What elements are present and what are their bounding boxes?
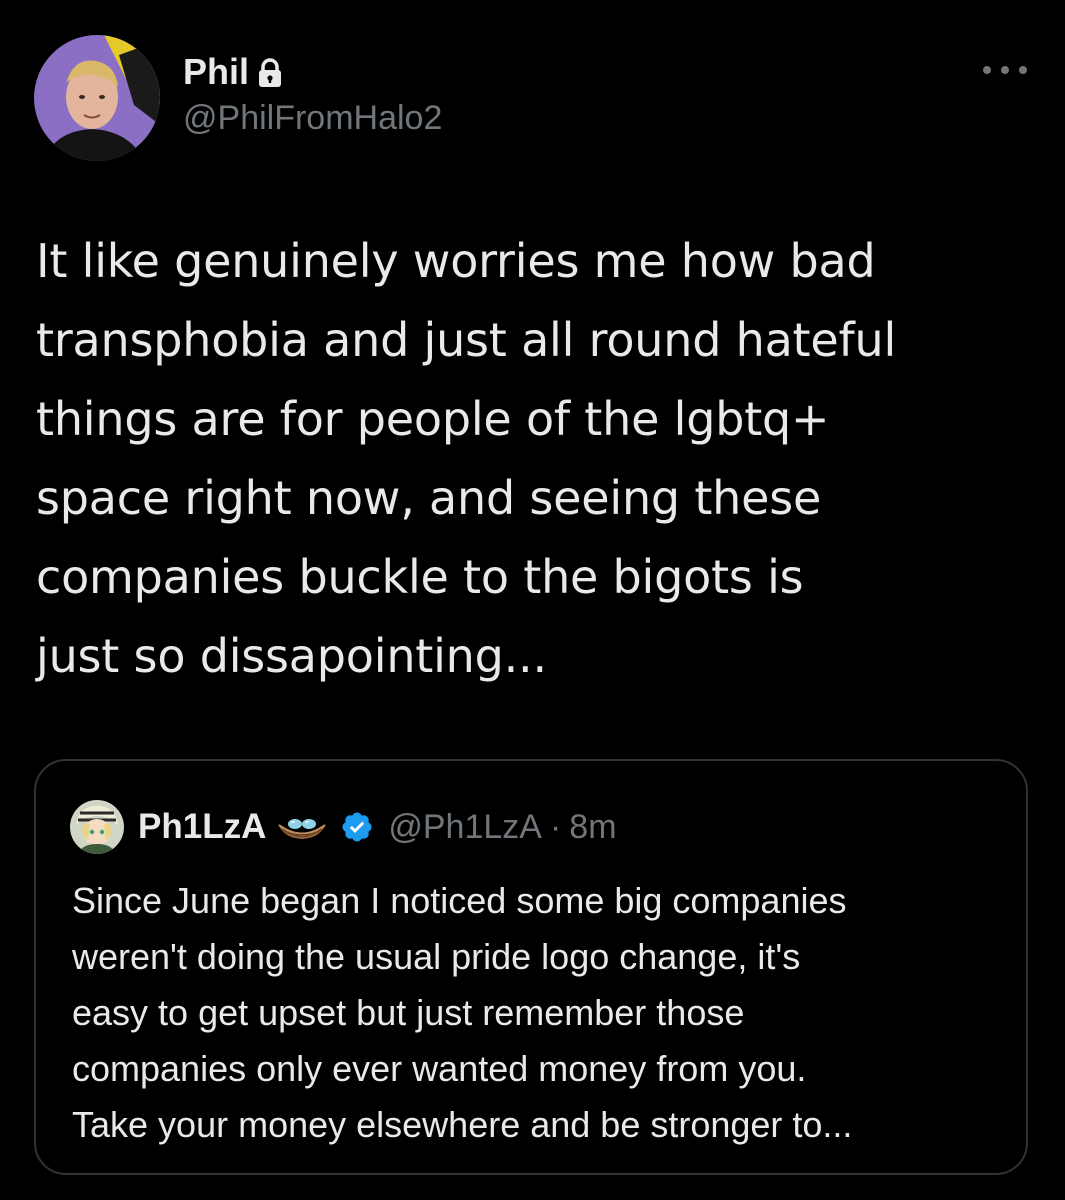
author-info: Phil @PhilFromHalo2 bbox=[183, 52, 442, 138]
separator-dot: · bbox=[549, 807, 562, 846]
more-dot bbox=[1001, 66, 1009, 74]
more-options-icon[interactable] bbox=[983, 58, 1027, 82]
more-dot bbox=[983, 66, 991, 74]
more-dot bbox=[1019, 66, 1027, 74]
verified-badge-icon bbox=[340, 810, 374, 844]
author-avatar[interactable] bbox=[34, 35, 160, 161]
tweet-text: It like genuinely worries me how bad tra… bbox=[36, 234, 897, 683]
author-name-row: Phil bbox=[183, 52, 442, 92]
author-handle[interactable]: @PhilFromHalo2 bbox=[183, 98, 442, 138]
quoted-tweet-timestamp: 8m bbox=[569, 807, 617, 846]
tweet[interactable]: Phil @PhilFromHalo2 It like genuinely wo… bbox=[0, 0, 1065, 1200]
quoted-author-handle: @Ph1LzA bbox=[388, 807, 542, 846]
author-display-name[interactable]: Phil bbox=[183, 52, 249, 92]
quoted-tweet-text: Since June began I noticed some big comp… bbox=[72, 880, 853, 1145]
quoted-tweet-header: Ph1LzA @Ph1LzA · 8m bbox=[70, 800, 617, 854]
quoted-tweet-card[interactable]: Ph1LzA @Ph1LzA · 8m Since June began I n… bbox=[34, 759, 1028, 1175]
quoted-author-avatar bbox=[70, 800, 124, 854]
quoted-author-display-name: Ph1LzA bbox=[138, 807, 267, 846]
lock-icon bbox=[257, 58, 283, 88]
nest-emoji-icon bbox=[276, 812, 328, 842]
